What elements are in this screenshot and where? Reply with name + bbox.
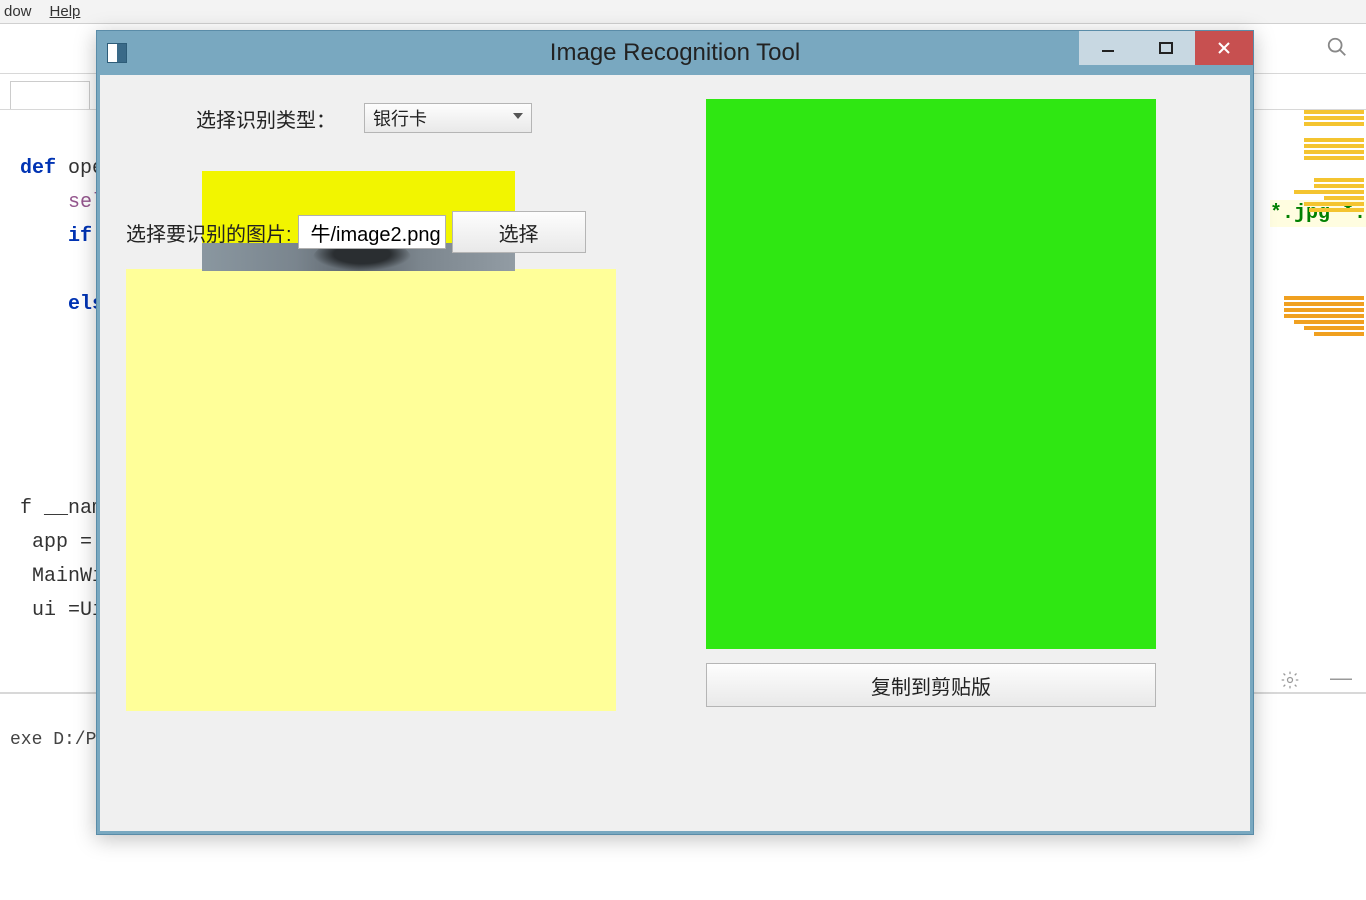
window-title: Image Recognition Tool [550,39,800,67]
gear-icon[interactable] [1280,670,1300,690]
app-icon [107,43,127,63]
menu-help[interactable]: Help [50,3,81,20]
search-icon[interactable] [1326,36,1348,58]
copy-button[interactable]: 复制到剪贴版 [706,663,1156,707]
type-combobox[interactable]: 银行卡 [364,103,532,133]
image-path-input[interactable] [298,215,446,249]
browse-button[interactable]: 选择 [452,211,586,253]
pick-label: 选择要识别的图片: [126,218,292,247]
menu-window[interactable]: dow [4,3,32,20]
ide-statusbar-icons: — [1280,670,1352,690]
left-pane: 选择识别类型： 银行卡 选择要识别的图片: 选择 [126,99,626,807]
ide-tab[interactable] [10,81,90,109]
ide-gutter [1256,110,1366,900]
minimize-button[interactable] [1079,31,1137,65]
close-button[interactable] [1195,31,1253,65]
type-combobox-value: 银行卡 [373,105,427,131]
type-label: 选择识别类型： [196,104,336,133]
titlebar[interactable]: Image Recognition Tool [97,31,1253,75]
preview-panel [126,269,616,711]
result-panel [706,99,1156,649]
app-window: Image Recognition Tool 选择识别类型： 银行卡 [96,30,1254,835]
ide-menubar: dow Help [0,0,1366,24]
right-pane: 复制到剪贴版 [706,99,1224,807]
maximize-button[interactable] [1137,31,1195,65]
dash-icon[interactable]: — [1330,670,1352,690]
chevron-down-icon [513,113,523,119]
window-body: 选择识别类型： 银行卡 选择要识别的图片: 选择 复制到剪贴版 [97,75,1253,834]
